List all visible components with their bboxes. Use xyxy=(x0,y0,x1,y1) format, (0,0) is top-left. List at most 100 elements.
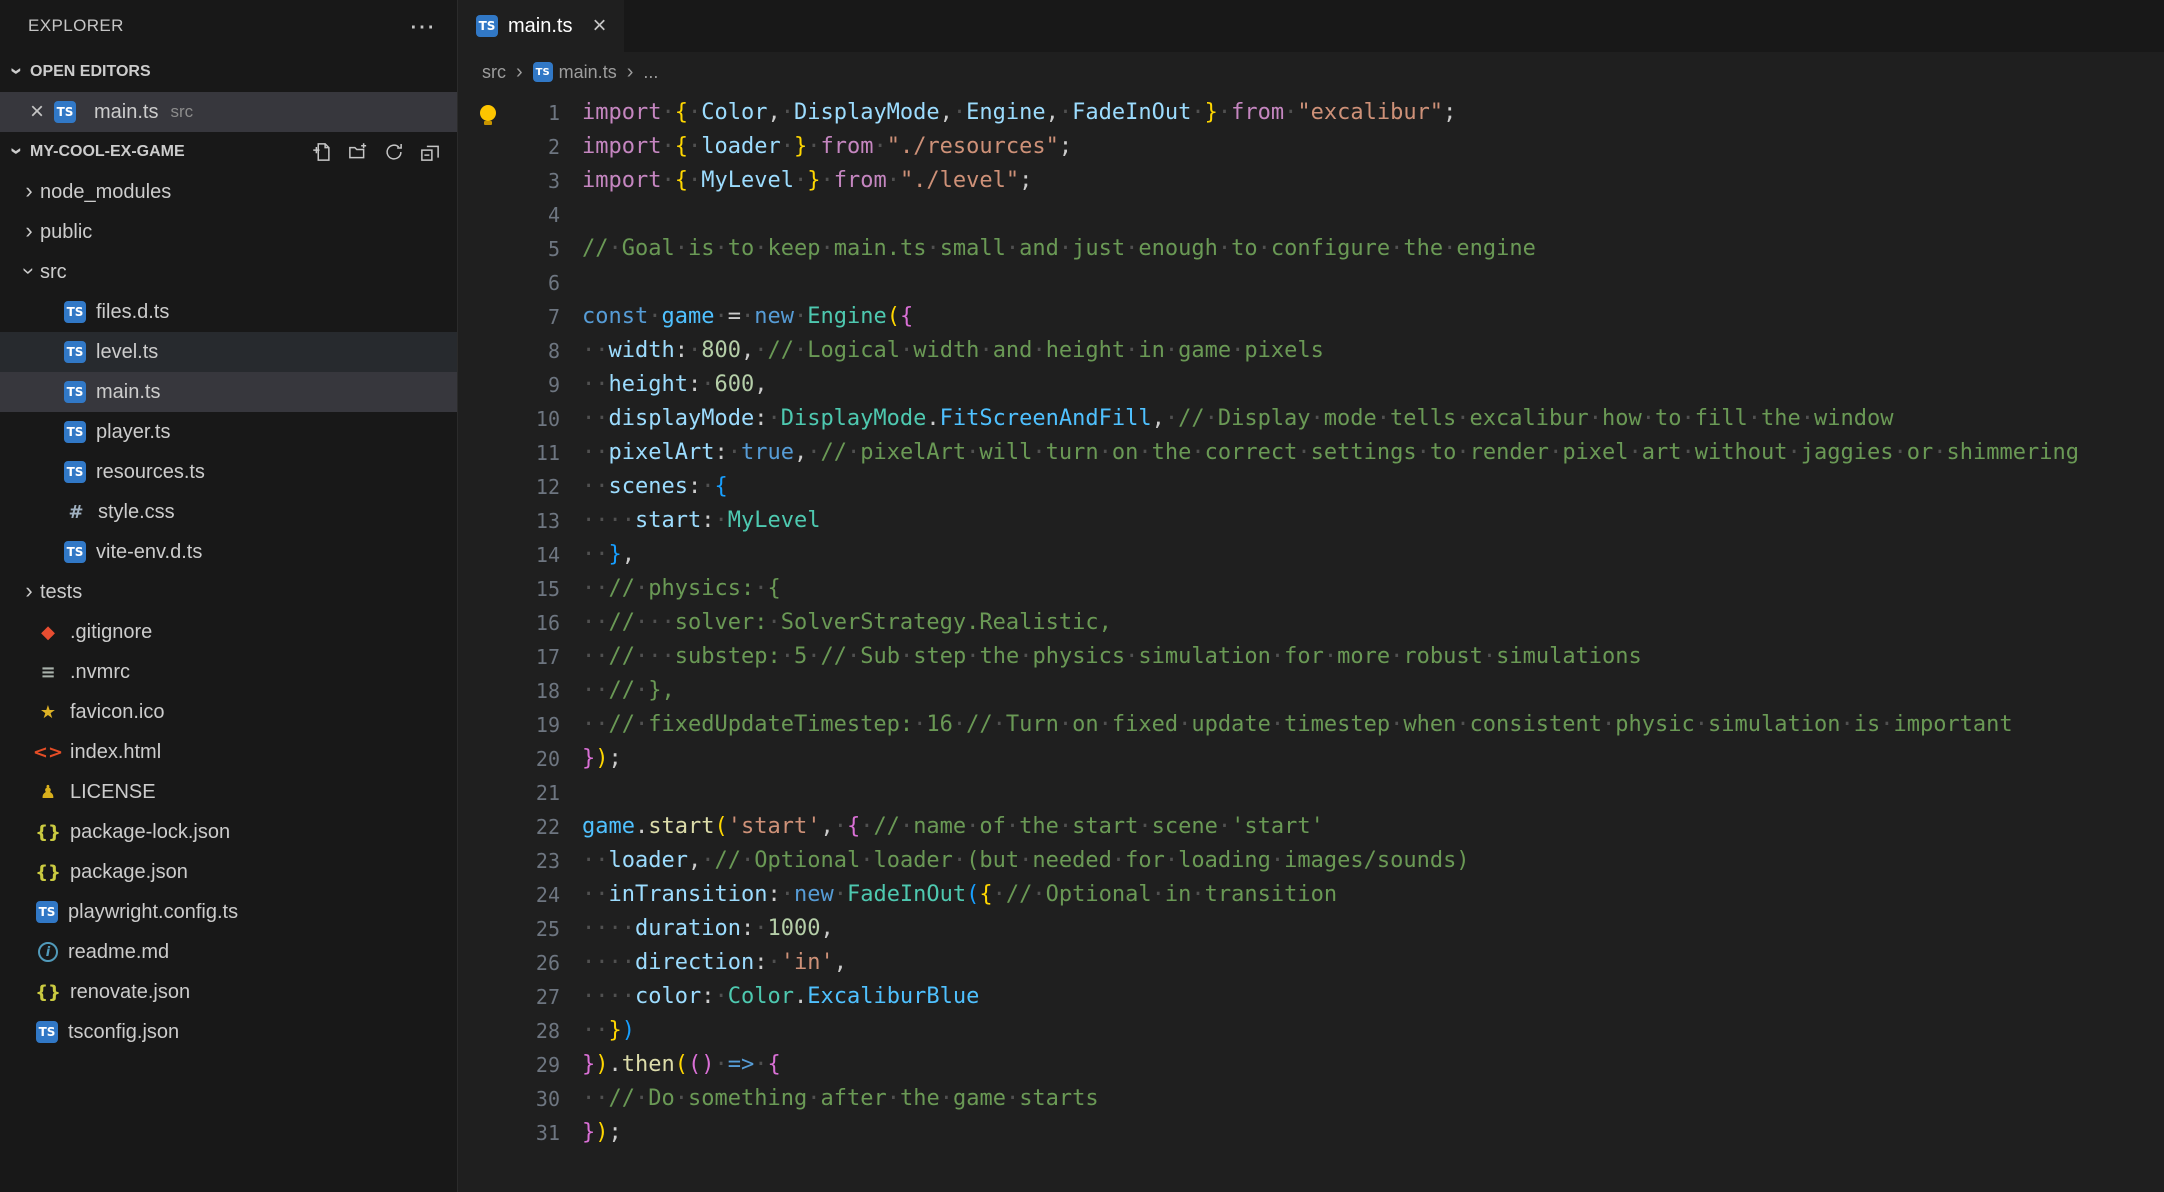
new-file-icon[interactable] xyxy=(311,141,333,163)
code-editor[interactable]: 1 import·{·Color,·DisplayMode,·Engine,·Fa… xyxy=(458,92,2164,1192)
gutter[interactable]: 31 xyxy=(458,1116,582,1150)
code-line[interactable]: 7 const·game·=·new·Engine({ xyxy=(458,300,2164,334)
gutter[interactable]: 27 xyxy=(458,980,582,1014)
gutter[interactable]: 1 xyxy=(458,96,582,130)
gutter[interactable]: 21 xyxy=(458,776,582,810)
code-line[interactable]: 30 ··//·Do·something·after·the·game·start… xyxy=(458,1082,2164,1116)
code-line[interactable]: 6 xyxy=(458,266,2164,300)
gutter[interactable]: 17 xyxy=(458,640,582,674)
code-line[interactable]: 1 import·{·Color,·DisplayMode,·Engine,·Fa… xyxy=(458,96,2164,130)
gutter[interactable]: 28 xyxy=(458,1014,582,1048)
tree-item-public[interactable]: › public xyxy=(0,212,457,252)
code-line[interactable]: 29}).then(()·=>·{ xyxy=(458,1048,2164,1082)
gutter[interactable]: 2 xyxy=(458,130,582,164)
lightbulb-icon[interactable] xyxy=(480,105,496,125)
more-actions-icon[interactable]: ⋯ xyxy=(409,13,435,39)
tree-item-resources-ts[interactable]: TS resources.ts xyxy=(0,452,457,492)
code-line[interactable]: 17 ··//···substep:·5·//·Sub·step·the·phys… xyxy=(458,640,2164,674)
tree-item-player-ts[interactable]: TS player.ts xyxy=(0,412,457,452)
code-line[interactable]: 16 ··//···solver:·SolverStrategy.Realisti… xyxy=(458,606,2164,640)
tree-item-package-json[interactable]: {} package.json xyxy=(0,852,457,892)
tree-item-license[interactable]: ♟ LICENSE xyxy=(0,772,457,812)
gutter[interactable]: 13 xyxy=(458,504,582,538)
close-tab-icon[interactable]: × xyxy=(592,14,606,38)
code-line[interactable]: 5 //·Goal·is·to·keep·main.ts·small·and·ju… xyxy=(458,232,2164,266)
gutter[interactable]: 10 xyxy=(458,402,582,436)
breadcrumb-item[interactable]: TS main.ts xyxy=(532,62,617,83)
tree-item-renovate-json[interactable]: {} renovate.json xyxy=(0,972,457,1012)
breadcrumb-item[interactable]: src xyxy=(482,62,506,83)
code-line[interactable]: 31}); xyxy=(458,1116,2164,1150)
gutter[interactable]: 12 xyxy=(458,470,582,504)
code-line[interactable]: 12 ··scenes:·{ xyxy=(458,470,2164,504)
code-line[interactable]: 24 ··inTransition:·new·FadeInOut({·//·Opt… xyxy=(458,878,2164,912)
tree-item-level-ts[interactable]: TS level.ts xyxy=(0,332,457,372)
new-folder-icon[interactable] xyxy=(347,141,369,163)
gutter[interactable]: 4 xyxy=(458,198,582,232)
code-line[interactable]: 28 ··}) xyxy=(458,1014,2164,1048)
tree-item-vite-env-d-ts[interactable]: TS vite-env.d.ts xyxy=(0,532,457,572)
gutter[interactable]: 16 xyxy=(458,606,582,640)
tree-item-style-css[interactable]: # style.css xyxy=(0,492,457,532)
code-line[interactable]: 21 xyxy=(458,776,2164,810)
tree-item-main-ts[interactable]: TS main.ts xyxy=(0,372,457,412)
gutter[interactable]: 11 xyxy=(458,436,582,470)
project-header[interactable]: › MY-COOL-EX-GAME xyxy=(0,132,457,172)
gutter[interactable]: 14 xyxy=(458,538,582,572)
gutter[interactable]: 18 xyxy=(458,674,582,708)
tab-main-ts[interactable]: TS main.ts × xyxy=(458,0,625,52)
gutter[interactable]: 9 xyxy=(458,368,582,402)
tree-item-playwright-config-ts[interactable]: TS playwright.config.ts xyxy=(0,892,457,932)
code-line[interactable]: 19 ··//·fixedUpdateTimestep:·16·//·Turn·o… xyxy=(458,708,2164,742)
gutter[interactable]: 24 xyxy=(458,878,582,912)
gutter[interactable]: 19 xyxy=(458,708,582,742)
tree-item-tests[interactable]: › tests xyxy=(0,572,457,612)
gutter[interactable]: 5 xyxy=(458,232,582,266)
gutter[interactable]: 26 xyxy=(458,946,582,980)
tree-item-tsconfig-json[interactable]: TS tsconfig.json xyxy=(0,1012,457,1052)
code-line[interactable]: 8 ··width:·800,·//·Logical·width·and·heig… xyxy=(458,334,2164,368)
tree-item-index-html[interactable]: <> index.html xyxy=(0,732,457,772)
gutter[interactable]: 6 xyxy=(458,266,582,300)
tree-item-src[interactable]: › src xyxy=(0,252,457,292)
code-line[interactable]: 13 ····start:·MyLevel xyxy=(458,504,2164,538)
tree-item-favicon-ico[interactable]: ★ favicon.ico xyxy=(0,692,457,732)
code-line[interactable]: 9 ··height:·600, xyxy=(458,368,2164,402)
gutter[interactable]: 22 xyxy=(458,810,582,844)
code-line[interactable]: 15 ··//·physics:·{ xyxy=(458,572,2164,606)
refresh-icon[interactable] xyxy=(383,141,405,163)
gutter[interactable]: 8 xyxy=(458,334,582,368)
open-editor-main-ts[interactable]: × TS main.ts src xyxy=(0,92,457,132)
gutter[interactable]: 23 xyxy=(458,844,582,878)
code-line[interactable]: 14 ··}, xyxy=(458,538,2164,572)
code-line[interactable]: 26 ····direction:·'in', xyxy=(458,946,2164,980)
code-line[interactable]: 23 ··loader,·//·Optional·loader·(but·need… xyxy=(458,844,2164,878)
code-line[interactable]: 3 import·{·MyLevel·}·from·"./level"; xyxy=(458,164,2164,198)
code-line[interactable]: 20}); xyxy=(458,742,2164,776)
open-editors-header[interactable]: › OPEN EDITORS xyxy=(0,52,457,92)
gutter[interactable]: 29 xyxy=(458,1048,582,1082)
tree-item-node-modules[interactable]: › node_modules xyxy=(0,172,457,212)
code-line[interactable]: 2 import·{·loader·}·from·"./resources"; xyxy=(458,130,2164,164)
code-line[interactable]: 25 ····duration:·1000, xyxy=(458,912,2164,946)
code-line[interactable]: 27 ····color:·Color.ExcaliburBlue xyxy=(458,980,2164,1014)
code-line[interactable]: 11 ··pixelArt:·true,·//·pixelArt·will·tur… xyxy=(458,436,2164,470)
gutter[interactable]: 20 xyxy=(458,742,582,776)
code-line[interactable]: 4 xyxy=(458,198,2164,232)
gutter[interactable]: 7 xyxy=(458,300,582,334)
tree-item-readme-md[interactable]: i readme.md xyxy=(0,932,457,972)
code-line[interactable]: 22 game.start('start',·{·//·name·of·the·s… xyxy=(458,810,2164,844)
breadcrumb-item[interactable]: ... xyxy=(643,62,658,83)
gutter[interactable]: 3 xyxy=(458,164,582,198)
tree-item--gitignore[interactable]: ◆ .gitignore xyxy=(0,612,457,652)
code-line[interactable]: 18 ··//·}, xyxy=(458,674,2164,708)
code-line[interactable]: 10 ··displayMode:·DisplayMode.FitScreenAn… xyxy=(458,402,2164,436)
collapse-all-icon[interactable] xyxy=(419,141,441,163)
tree-item-package-lock-json[interactable]: {} package-lock.json xyxy=(0,812,457,852)
tree-item--nvmrc[interactable]: ≡ .nvmrc xyxy=(0,652,457,692)
gutter[interactable]: 30 xyxy=(458,1082,582,1116)
gutter[interactable]: 15 xyxy=(458,572,582,606)
close-editor-icon[interactable]: × xyxy=(30,100,54,124)
gutter[interactable]: 25 xyxy=(458,912,582,946)
tree-item-files-d-ts[interactable]: TS files.d.ts xyxy=(0,292,457,332)
